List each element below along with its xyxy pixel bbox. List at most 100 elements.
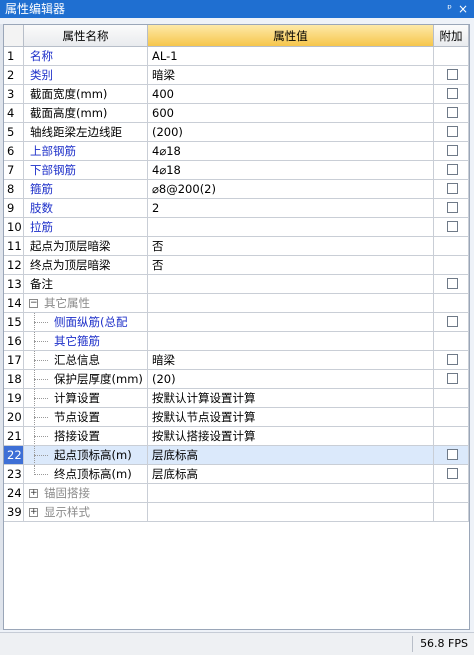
property-value[interactable]: 暗梁 <box>148 66 434 85</box>
property-value[interactable]: 4⌀18 <box>148 142 434 161</box>
property-name-cell[interactable]: + 锚固搭接 <box>24 484 148 503</box>
property-value[interactable]: 400 <box>148 85 434 104</box>
add-checkbox[interactable] <box>447 316 458 327</box>
table-row[interactable]: 21 搭接设置 按默认搭接设置计算 <box>4 427 469 446</box>
property-name-cell[interactable]: 搭接设置 <box>24 427 148 446</box>
table-row[interactable]: 18 保护层厚度(mm) (20) <box>4 370 469 389</box>
property-value[interactable]: 4⌀18 <box>148 161 434 180</box>
table-row[interactable]: 19 计算设置 按默认计算设置计算 <box>4 389 469 408</box>
table-row[interactable]: 5 轴线距梁左边线距 (200) <box>4 123 469 142</box>
property-name-cell[interactable]: 截面高度(mm) <box>24 104 148 123</box>
table-row[interactable]: 24 + 锚固搭接 <box>4 484 469 503</box>
close-icon[interactable]: × <box>458 0 468 18</box>
add-checkbox[interactable] <box>447 69 458 80</box>
table-row[interactable]: 9 肢数 2 <box>4 199 469 218</box>
property-value[interactable]: 600 <box>148 104 434 123</box>
property-value[interactable]: 层底标高 <box>148 446 434 465</box>
property-name-cell[interactable]: 计算设置 <box>24 389 148 408</box>
property-name-cell[interactable]: 截面宽度(mm) <box>24 85 148 104</box>
property-value[interactable]: 按默认搭接设置计算 <box>148 427 434 446</box>
property-value[interactable]: 否 <box>148 256 434 275</box>
property-value[interactable] <box>148 275 434 294</box>
table-row[interactable]: 23 终点顶标高(m) 层底标高 <box>4 465 469 484</box>
add-checkbox[interactable] <box>447 354 458 365</box>
property-name-cell[interactable]: 终点为顶层暗梁 <box>24 256 148 275</box>
property-name-cell[interactable]: 节点设置 <box>24 408 148 427</box>
property-value[interactable]: ⌀8@200(2) <box>148 180 434 199</box>
table-row[interactable]: 3 截面宽度(mm) 400 <box>4 85 469 104</box>
property-value[interactable]: AL-1 <box>148 47 434 66</box>
table-row[interactable]: 6 上部钢筋 4⌀18 <box>4 142 469 161</box>
property-name-cell[interactable]: 肢数 <box>24 199 148 218</box>
expand-icon[interactable]: + <box>29 489 38 498</box>
add-checkbox[interactable] <box>447 373 458 384</box>
table-row[interactable]: 12 终点为顶层暗梁 否 <box>4 256 469 275</box>
table-row[interactable]: 1 名称 AL-1 <box>4 47 469 66</box>
property-name-cell[interactable]: 上部钢筋 <box>24 142 148 161</box>
property-value[interactable]: 2 <box>148 199 434 218</box>
property-name-cell[interactable]: 汇总信息 <box>24 351 148 370</box>
property-name-cell[interactable]: 箍筋 <box>24 180 148 199</box>
property-value[interactable] <box>148 313 434 332</box>
add-checkbox[interactable] <box>447 278 458 289</box>
table-row[interactable]: 39 + 显示样式 <box>4 503 469 522</box>
table-row[interactable]: 16 其它箍筋 <box>4 332 469 351</box>
add-checkbox[interactable] <box>447 126 458 137</box>
property-name-cell[interactable]: 侧面纵筋(总配 <box>24 313 148 332</box>
property-value[interactable] <box>148 503 434 522</box>
property-name-cell[interactable]: 类别 <box>24 66 148 85</box>
property-name-cell[interactable]: − 其它属性 <box>24 294 148 313</box>
table-row[interactable]: 15 侧面纵筋(总配 <box>4 313 469 332</box>
property-value[interactable]: 层底标高 <box>148 465 434 484</box>
property-name-cell[interactable]: 名称 <box>24 47 148 66</box>
property-name-cell[interactable]: 起点为顶层暗梁 <box>24 237 148 256</box>
property-value[interactable] <box>148 484 434 503</box>
property-name-cell[interactable]: 备注 <box>24 275 148 294</box>
property-value[interactable] <box>148 332 434 351</box>
expand-icon[interactable]: + <box>29 508 38 517</box>
property-value[interactable]: 按默认节点设置计算 <box>148 408 434 427</box>
property-value[interactable]: 否 <box>148 237 434 256</box>
collapse-icon[interactable]: − <box>29 299 38 308</box>
property-value[interactable]: (200) <box>148 123 434 142</box>
row-number: 8 <box>4 180 24 199</box>
property-value[interactable] <box>148 294 434 313</box>
add-checkbox[interactable] <box>447 183 458 194</box>
property-name-cell[interactable]: 终点顶标高(m) <box>24 465 148 484</box>
table-row[interactable]: 4 截面高度(mm) 600 <box>4 104 469 123</box>
add-checkbox[interactable] <box>447 221 458 232</box>
add-checkbox[interactable] <box>447 202 458 213</box>
property-name-cell[interactable]: 拉筋 <box>24 218 148 237</box>
property-name-cell[interactable]: 起点顶标高(m) <box>24 446 148 465</box>
property-name-cell[interactable]: 轴线距梁左边线距 <box>24 123 148 142</box>
add-checkbox[interactable] <box>447 449 458 460</box>
property-value[interactable] <box>148 218 434 237</box>
property-name-cell[interactable]: + 显示样式 <box>24 503 148 522</box>
header-name[interactable]: 属性名称 <box>24 25 148 47</box>
table-row[interactable]: 7 下部钢筋 4⌀18 <box>4 161 469 180</box>
header-add[interactable]: 附加 <box>434 25 469 47</box>
property-name-cell[interactable]: 其它箍筋 <box>24 332 148 351</box>
property-name-cell[interactable]: 下部钢筋 <box>24 161 148 180</box>
table-row[interactable]: 22 起点顶标高(m) 层底标高 <box>4 446 469 465</box>
add-checkbox[interactable] <box>447 145 458 156</box>
add-checkbox[interactable] <box>447 107 458 118</box>
add-checkbox[interactable] <box>447 164 458 175</box>
property-value[interactable]: (20) <box>148 370 434 389</box>
property-value[interactable]: 按默认计算设置计算 <box>148 389 434 408</box>
add-checkbox[interactable] <box>447 88 458 99</box>
table-row[interactable]: 13 备注 <box>4 275 469 294</box>
add-checkbox[interactable] <box>447 468 458 479</box>
table-row[interactable]: 8 箍筋 ⌀8@200(2) <box>4 180 469 199</box>
property-name-cell[interactable]: 保护层厚度(mm) <box>24 370 148 389</box>
table-row[interactable]: 17 汇总信息 暗梁 <box>4 351 469 370</box>
table-row[interactable]: 2 类别 暗梁 <box>4 66 469 85</box>
pin-icon[interactable]: ᵖ <box>447 0 452 18</box>
table-row[interactable]: 14− 其它属性 <box>4 294 469 313</box>
table-row[interactable]: 10 拉筋 <box>4 218 469 237</box>
property-name: 截面宽度(mm) <box>30 87 108 101</box>
header-value[interactable]: 属性值 <box>148 25 434 47</box>
property-value[interactable]: 暗梁 <box>148 351 434 370</box>
table-row[interactable]: 11 起点为顶层暗梁 否 <box>4 237 469 256</box>
table-row[interactable]: 20 节点设置 按默认节点设置计算 <box>4 408 469 427</box>
